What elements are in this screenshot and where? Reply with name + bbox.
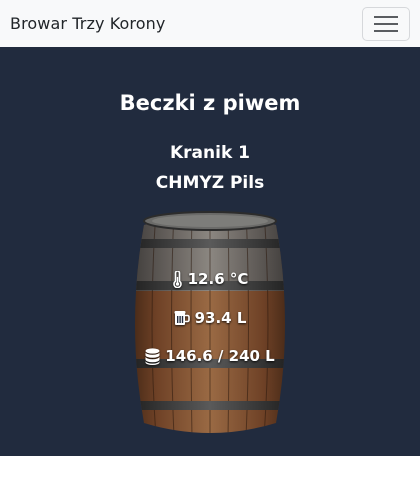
database-icon	[145, 347, 160, 365]
main-content: Beczki z piwem Kranik 1 CHMYZ Pils 12.6 …	[0, 47, 420, 456]
beer-name: CHMYZ Pils	[155, 173, 265, 193]
volume-readout: 93.4 L	[120, 309, 300, 327]
temperature-value: 12.6 °C	[187, 270, 249, 288]
tap-name: Kranik 1	[169, 143, 250, 163]
navbar: Browar Trzy Korony	[0, 0, 420, 47]
volume-value: 93.4 L	[194, 309, 247, 327]
brand-link[interactable]: Browar Trzy Korony	[10, 14, 165, 33]
temperature-readout: 12.6 °C	[120, 270, 300, 288]
navbar-toggle-button[interactable]	[362, 6, 410, 41]
capacity-value: 146.6 / 240 L	[165, 347, 275, 365]
capacity-readout: 146.6 / 240 L	[120, 347, 300, 365]
hamburger-menu-icon	[374, 15, 398, 32]
thermometer-icon	[172, 270, 182, 288]
page-title: Beczki z piwem	[119, 91, 301, 115]
page-bottom-area	[0, 456, 420, 480]
beer-mug-icon	[174, 311, 190, 325]
